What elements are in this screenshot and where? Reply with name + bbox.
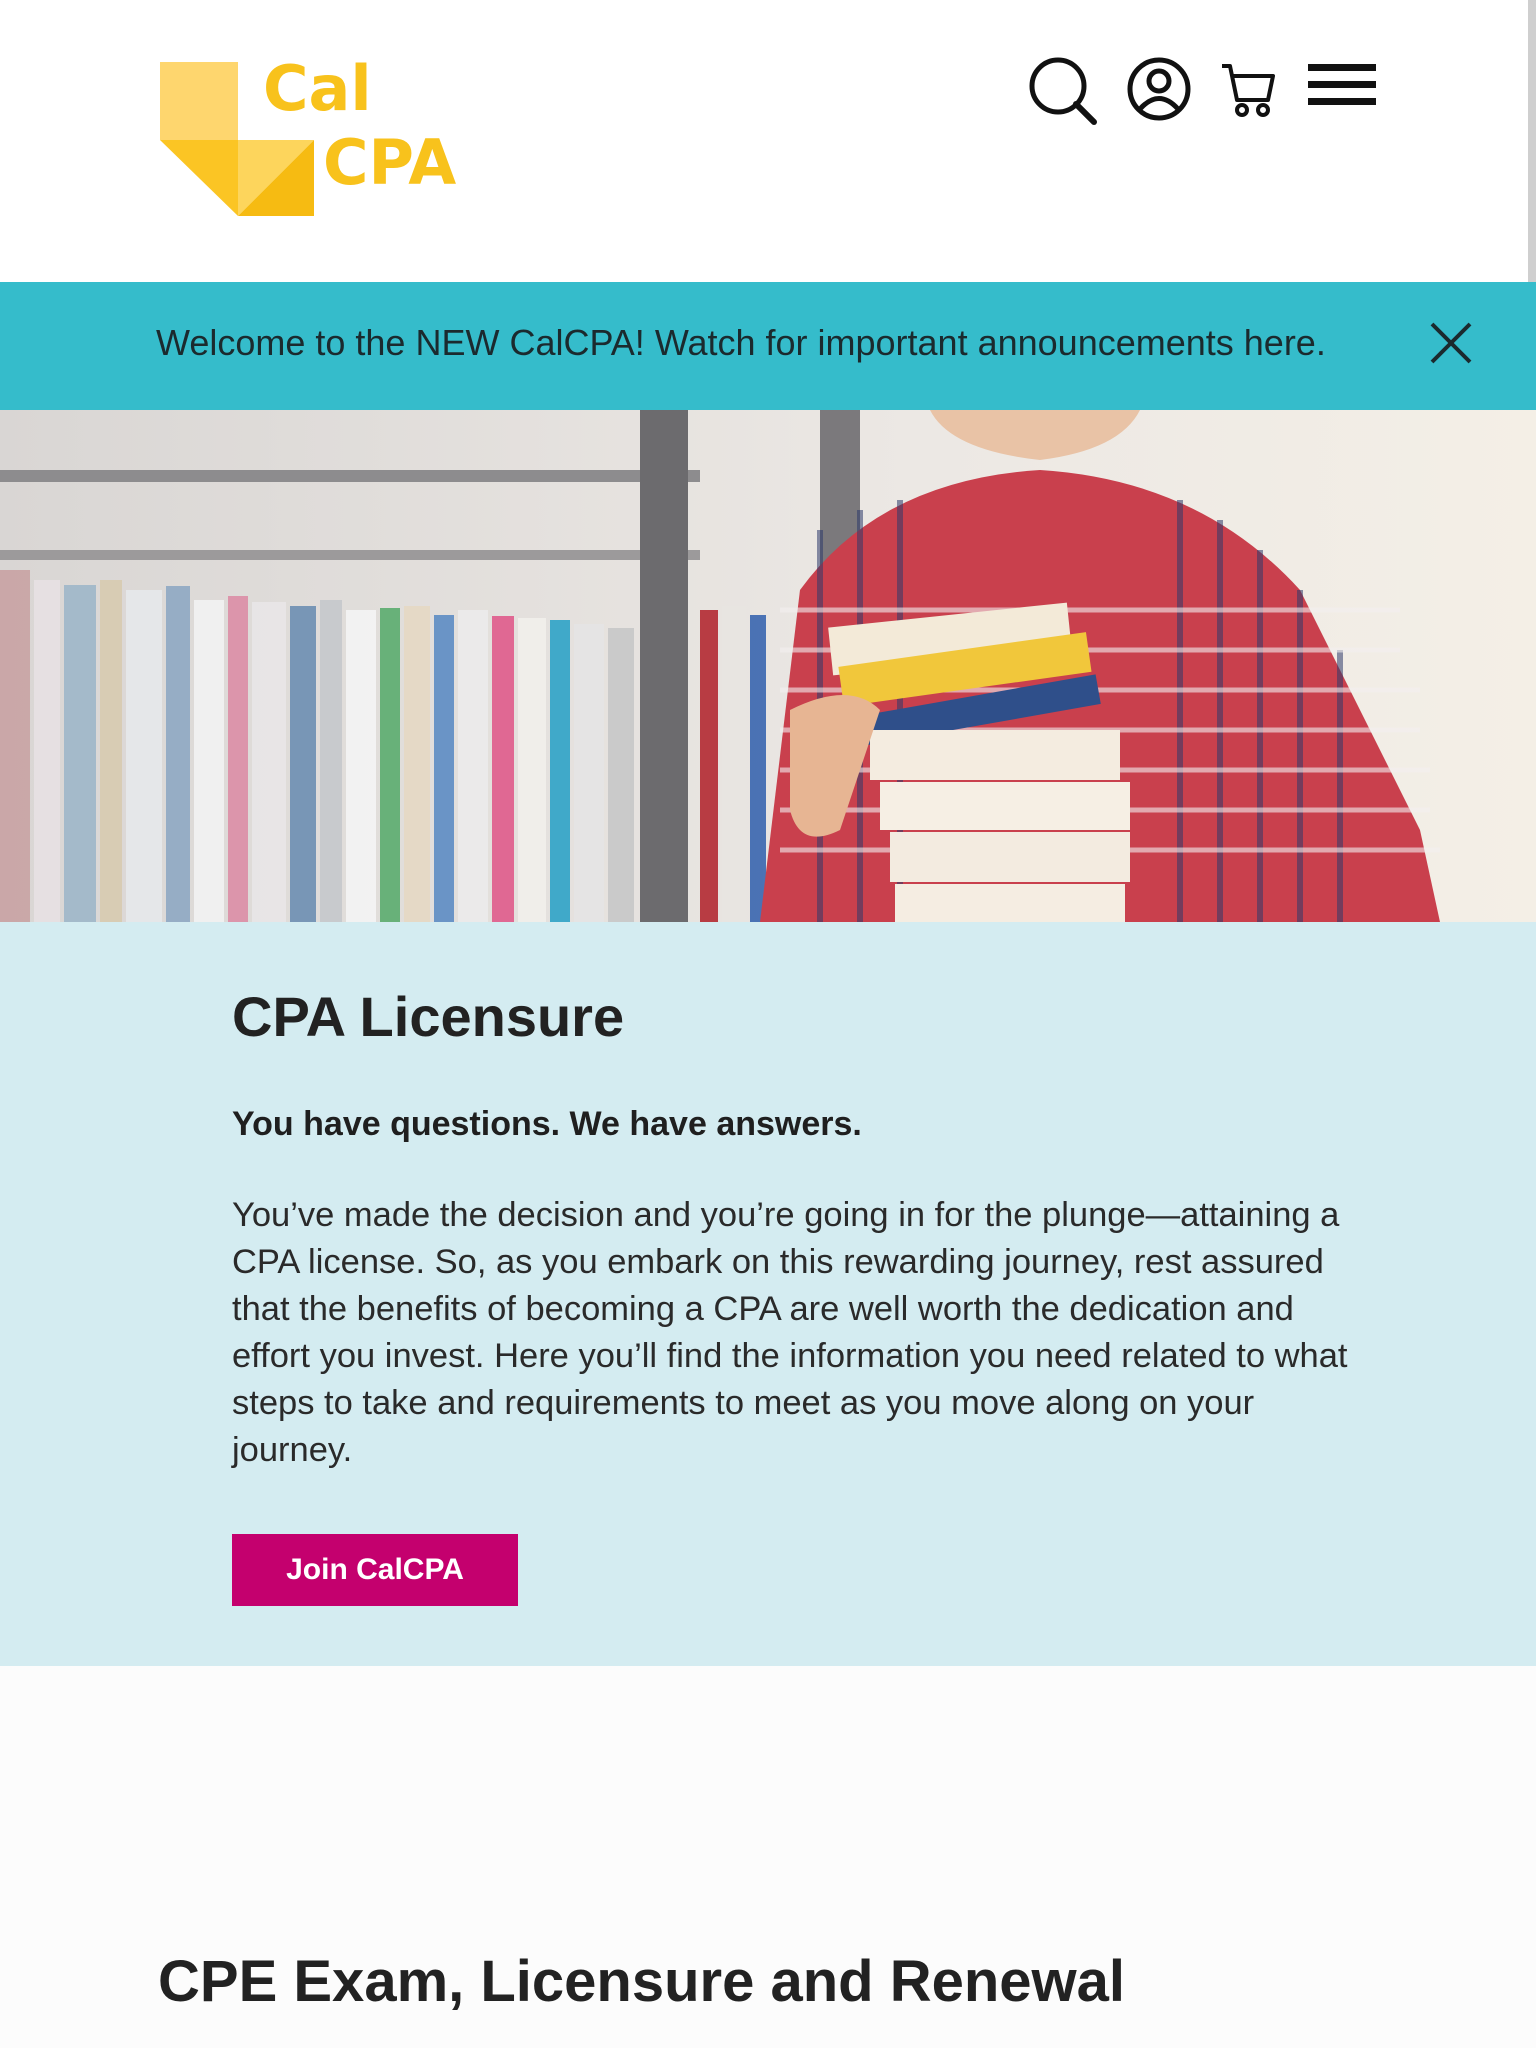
calcpa-logo[interactable]: Cal CPA xyxy=(158,56,488,226)
hero-image xyxy=(0,410,1536,922)
announcement-bar: Welcome to the NEW CalCPA! Watch for imp… xyxy=(0,282,1536,410)
section-title: CPA Licensure xyxy=(232,985,625,1048)
account-button[interactable] xyxy=(1126,56,1192,122)
announcement-text: Welcome to the NEW CalCPA! Watch for imp… xyxy=(156,322,1326,363)
cpe-section-heading: CPE Exam, Licensure and Renewal xyxy=(158,1949,1126,2014)
student-with-books-image xyxy=(0,410,1536,922)
section-body-text: You’ve made the decision and you’re goin… xyxy=(232,1196,1348,1469)
cart-icon xyxy=(1222,64,1275,117)
logo-text-cal: Cal xyxy=(263,52,372,125)
site-header: Cal CPA xyxy=(0,0,1536,282)
logo-text-cpa: CPA xyxy=(323,126,457,199)
account-icon xyxy=(1127,57,1191,121)
join-calcpa-button[interactable]: Join CalCPA xyxy=(232,1534,518,1606)
search-button[interactable] xyxy=(1028,56,1098,126)
announcement-close-button[interactable] xyxy=(1428,320,1474,371)
close-icon xyxy=(1430,322,1472,364)
section-subtitle: You have questions. We have answers. xyxy=(232,1105,862,1143)
cart-button[interactable] xyxy=(1220,56,1276,120)
search-icon xyxy=(1029,57,1097,125)
licensure-section: CPA Licensure You have questions. We hav… xyxy=(0,922,1536,1666)
menu-icon xyxy=(1308,64,1376,105)
menu-button[interactable] xyxy=(1306,56,1376,116)
